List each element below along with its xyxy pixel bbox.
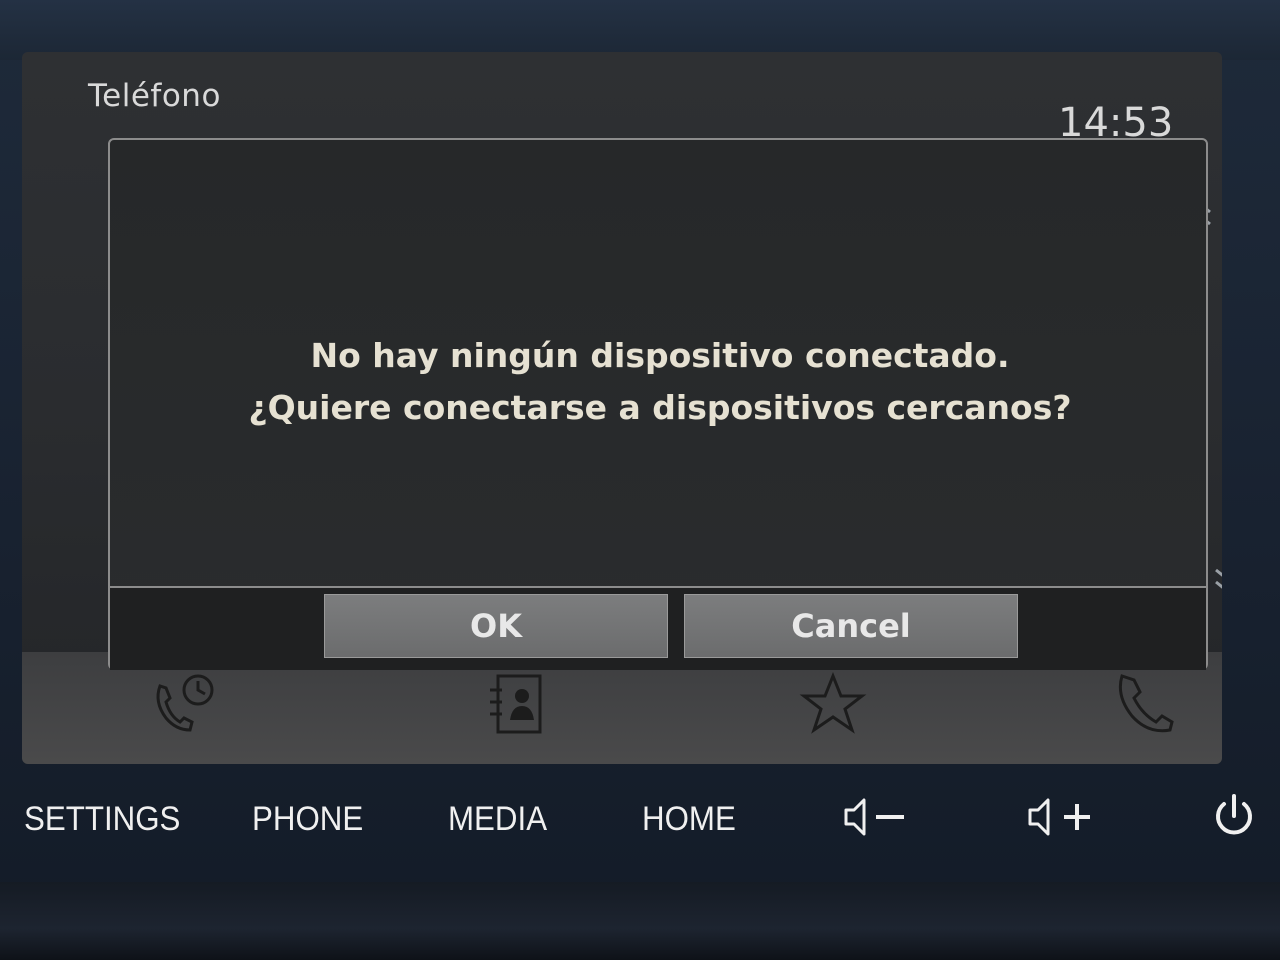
phone-button[interactable]: PHONE	[252, 800, 363, 839]
dialog-message-line-2: ¿Quiere conectarse a dispositivos cercan…	[248, 388, 1072, 427]
ok-button[interactable]: OK	[324, 594, 668, 658]
device-bezel-bottom	[0, 882, 1280, 960]
volume-down-icon[interactable]	[840, 792, 910, 842]
call-history-icon[interactable]	[150, 672, 220, 736]
power-icon[interactable]	[1200, 792, 1270, 842]
device-bezel-top	[0, 0, 1280, 60]
cancel-button[interactable]: Cancel	[684, 594, 1018, 658]
dialog-footer: OK Cancel	[110, 586, 1206, 670]
dialog-message-line-1: No hay ningún dispositivo conectado.	[310, 336, 1010, 375]
media-button[interactable]: MEDIA	[448, 800, 547, 839]
contacts-icon[interactable]	[482, 672, 552, 736]
home-button[interactable]: HOME	[642, 800, 736, 839]
dialog-message: No hay ningún dispositivo conectado. ¿Qu…	[110, 330, 1210, 434]
volume-up-icon[interactable]	[1024, 792, 1094, 842]
settings-button[interactable]: SETTINGS	[24, 800, 180, 839]
screen-title: Teléfono	[88, 78, 221, 114]
scroll-down-icon[interactable]	[1212, 564, 1222, 604]
no-device-dialog: No hay ningún dispositivo conectado. ¿Qu…	[108, 138, 1208, 670]
phone-handset-icon[interactable]	[1112, 672, 1182, 736]
favorites-star-icon[interactable]	[798, 672, 868, 736]
infotainment-screen: Teléfono 14:53 No hay ningún dispositivo…	[22, 52, 1222, 764]
